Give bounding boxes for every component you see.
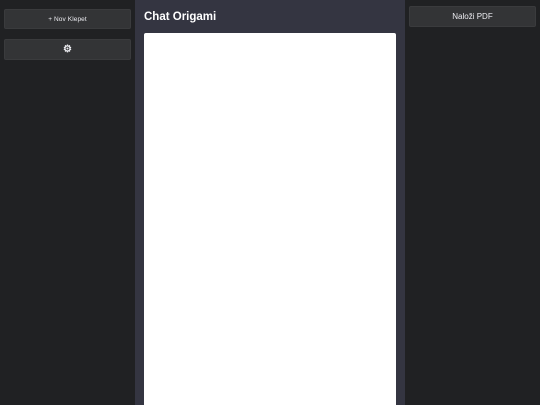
page-title: Chat Origami [144,11,217,23]
app-window: + Nov Klepet ⚙ Chat Origami Naloži PDF [0,0,540,405]
chat-messages-area[interactable] [144,33,396,405]
upload-pdf-button[interactable]: Naloži PDF [409,6,536,27]
settings-button[interactable]: ⚙ [4,39,131,60]
main-panel: Chat Origami [135,0,405,405]
gear-icon: ⚙ [63,44,72,55]
right-sidebar: Naloži PDF [405,0,540,405]
left-sidebar: + Nov Klepet ⚙ [0,0,135,405]
new-chat-button[interactable]: + Nov Klepet [4,9,131,29]
